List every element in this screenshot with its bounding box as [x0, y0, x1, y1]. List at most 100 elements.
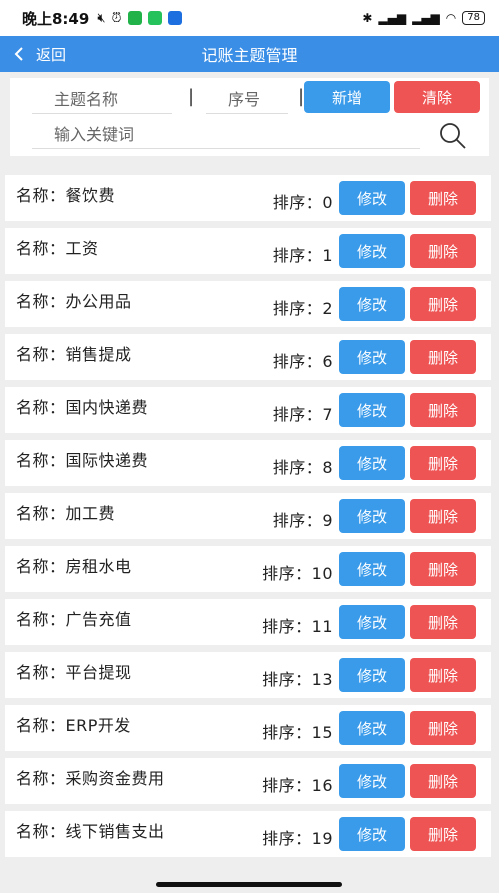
topic-order-value: 0 [322, 193, 333, 212]
search-icon[interactable] [438, 122, 468, 150]
chevron-left-icon [14, 47, 23, 61]
alarm-icon: ⏰︎ [111, 10, 122, 26]
topic-order: 排序：15 [262, 719, 333, 743]
nav-bar: 返回 记账主题管理 [0, 36, 499, 72]
topic-name: 名称：广告充值 [16, 606, 132, 630]
delete-button[interactable]: 删除 [410, 658, 476, 692]
topic-name: 名称：国内快递费 [16, 394, 148, 418]
order-prefix-label: 排序： [272, 193, 323, 212]
topic-name-value: 房租水电 [65, 557, 132, 576]
delete-button[interactable]: 删除 [410, 499, 476, 533]
wifi-icon: ◠ [445, 11, 457, 25]
add-button[interactable]: 新增 [304, 81, 390, 113]
name-prefix-label: 名称： [16, 186, 66, 205]
home-indicator[interactable] [156, 882, 342, 887]
topic-name: 名称：国际快递费 [16, 447, 148, 471]
topic-order-value: 13 [311, 670, 333, 689]
separator: | [188, 86, 195, 107]
topic-order: 排序：0 [273, 189, 333, 213]
name-prefix-label: 名称： [16, 716, 66, 735]
status-time: 晚上8:49 [22, 9, 90, 28]
keyword-search-input[interactable]: 输入关键词 [32, 117, 420, 149]
delete-button[interactable]: 删除 [410, 340, 476, 374]
name-prefix-label: 名称： [16, 663, 66, 682]
edit-button[interactable]: 修改 [339, 499, 405, 533]
edit-button[interactable]: 修改 [339, 340, 405, 374]
topic-name-input[interactable]: 主题名称 [32, 82, 172, 114]
bluetooth-icon: ✱ [362, 11, 373, 25]
edit-button[interactable]: 修改 [339, 711, 405, 745]
name-prefix-label: 名称： [16, 451, 66, 470]
name-prefix-label: 名称： [16, 239, 66, 258]
topic-order-value: 11 [311, 617, 333, 636]
delete-button[interactable]: 删除 [410, 605, 476, 639]
topic-name-value: 采购资金费用 [65, 769, 165, 788]
topic-name-value: 国际快递费 [65, 451, 149, 470]
topic-order: 排序：9 [273, 507, 333, 531]
clear-button[interactable]: 清除 [394, 81, 480, 113]
edit-button[interactable]: 修改 [339, 446, 405, 480]
delete-button[interactable]: 删除 [410, 287, 476, 321]
edit-button[interactable]: 修改 [339, 552, 405, 586]
topic-name: 名称：线下销售支出 [16, 818, 165, 842]
list-item: 名称：国内快递费 排序：7 修改 删除 [5, 387, 491, 433]
topic-order: 排序：6 [273, 348, 333, 372]
edit-button[interactable]: 修改 [339, 393, 405, 427]
topic-order-value: 9 [322, 511, 333, 530]
edit-button[interactable]: 修改 [339, 234, 405, 268]
order-prefix-label: 排序： [272, 299, 323, 318]
delete-button[interactable]: 删除 [410, 711, 476, 745]
delete-button[interactable]: 删除 [410, 181, 476, 215]
delete-button[interactable]: 删除 [410, 446, 476, 480]
edit-button[interactable]: 修改 [339, 658, 405, 692]
topic-order-value: 15 [311, 723, 333, 742]
edit-button[interactable]: 修改 [339, 181, 405, 215]
topic-name-value: 办公用品 [65, 292, 132, 311]
app-notification-icon [167, 11, 182, 25]
list-item: 名称：ERP开发 排序：15 修改 删除 [5, 705, 491, 751]
edit-button[interactable]: 修改 [339, 287, 405, 321]
status-bar: 晚上8:49 🔇︎ ⏰︎ ✱ ▂▄▆ ▂▄▆ ◠ 78 [0, 0, 499, 36]
topic-order: 排序：8 [273, 454, 333, 478]
list-item: 名称：国际快递费 排序：8 修改 删除 [5, 440, 491, 486]
name-prefix-label: 名称： [16, 398, 66, 417]
list-item: 名称：餐饮费 排序：0 修改 删除 [5, 175, 491, 221]
topic-name-value: ERP开发 [65, 716, 131, 735]
delete-button[interactable]: 删除 [410, 234, 476, 268]
topic-order-value: 19 [311, 829, 333, 848]
name-prefix-label: 名称： [16, 504, 66, 523]
topic-order-value: 1 [322, 246, 333, 265]
name-prefix-label: 名称： [16, 292, 66, 311]
topic-order-value: 2 [322, 299, 333, 318]
name-prefix-label: 名称： [16, 610, 66, 629]
delete-button[interactable]: 删除 [410, 817, 476, 851]
list-item: 名称：线下销售支出 排序：19 修改 删除 [5, 811, 491, 857]
order-prefix-label: 排序： [272, 458, 323, 477]
page-title: 记账主题管理 [201, 46, 298, 65]
signal-icon: ▂▄▆ [378, 11, 407, 25]
delete-button[interactable]: 删除 [410, 552, 476, 586]
topic-order-value: 16 [311, 776, 333, 795]
order-input[interactable]: 序号 [206, 82, 288, 114]
edit-button[interactable]: 修改 [339, 764, 405, 798]
topic-name: 名称：平台提现 [16, 659, 132, 683]
order-prefix-label: 排序： [272, 511, 323, 530]
delete-button[interactable]: 删除 [410, 764, 476, 798]
topic-name-value: 加工费 [65, 504, 116, 523]
topic-order-value: 6 [322, 352, 333, 371]
topic-name: 名称：餐饮费 [16, 182, 115, 206]
signal-icon: ▂▄▆ [412, 11, 440, 25]
delete-button[interactable]: 删除 [410, 393, 476, 427]
back-button[interactable]: 返回 [14, 44, 66, 65]
order-prefix-label: 排序： [262, 829, 312, 848]
order-prefix-label: 排序： [262, 564, 312, 583]
topic-name-value: 餐饮费 [65, 186, 116, 205]
edit-button[interactable]: 修改 [339, 817, 405, 851]
edit-button[interactable]: 修改 [339, 605, 405, 639]
mute-icon: 🔇︎ [97, 10, 106, 26]
topic-name: 名称：工资 [16, 235, 99, 259]
topic-order: 排序：11 [262, 613, 333, 637]
topic-order: 排序：2 [273, 295, 333, 319]
list-item: 名称：加工费 排序：9 修改 删除 [5, 493, 491, 539]
topic-name: 名称：加工费 [16, 500, 115, 524]
